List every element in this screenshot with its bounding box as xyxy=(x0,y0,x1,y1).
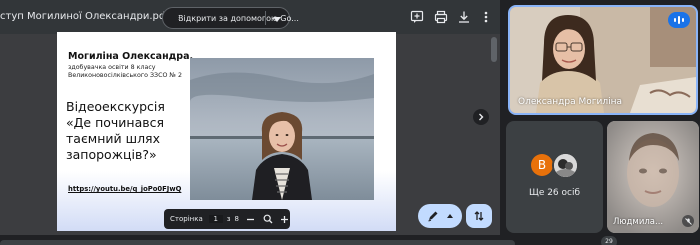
page-separator: з xyxy=(226,215,231,223)
participant-tile-others[interactable]: B Ще 26 осіб xyxy=(506,121,603,233)
swap-icon xyxy=(474,211,484,221)
speaking-indicator-icon xyxy=(668,12,690,28)
zoom-fit-icon[interactable] xyxy=(263,214,273,224)
add-comment-icon[interactable] xyxy=(409,9,425,25)
open-with-divider xyxy=(265,11,266,25)
slide-page: Могиліна Олександра, здобувачка освіти 8… xyxy=(57,32,396,231)
video-link[interactable]: https://youtu.be/q_joPo0FJwQ xyxy=(68,185,181,193)
participants-count-badge[interactable]: 29 xyxy=(601,236,617,245)
slide-photo xyxy=(190,58,374,200)
page-controls: Сторінка 1 з 8 xyxy=(164,209,290,229)
author-description: здобувачка освіти 8 класу Великоновосілк… xyxy=(68,64,182,79)
chevron-up-icon[interactable] xyxy=(447,214,453,218)
participant-tile-third[interactable]: Людмила... xyxy=(607,121,699,233)
zoom-out-icon[interactable] xyxy=(246,214,256,224)
zoom-in-icon[interactable] xyxy=(280,214,290,224)
avatar-photo xyxy=(552,152,579,179)
scrollbar-thumb[interactable] xyxy=(491,37,497,62)
meet-window: ступ Могилиної Олександри.pdf Відкрити з… xyxy=(0,0,700,245)
chevron-down-icon[interactable] xyxy=(273,17,281,22)
bottom-pill xyxy=(0,240,515,245)
open-with-button[interactable]: Відкрити за допомогою Go... xyxy=(162,7,299,29)
next-page-button[interactable] xyxy=(473,109,489,125)
document-title: ступ Могилиної Олександри.pdf xyxy=(0,11,169,22)
annotate-button[interactable] xyxy=(418,204,462,228)
participant-tile-presenter[interactable]: Олександра Могиліна xyxy=(508,5,698,115)
avatar: B xyxy=(531,154,553,176)
others-count-label: Ще 26 осіб xyxy=(528,188,581,198)
participant-name: Людмила... xyxy=(613,217,664,227)
more-vert-icon[interactable] xyxy=(478,9,494,25)
mic-off-icon xyxy=(682,215,694,227)
author-name: Могиліна Олександра, xyxy=(68,51,194,62)
download-icon[interactable] xyxy=(456,9,472,25)
presenter-name: Олександра Могиліна xyxy=(518,97,622,107)
pen-icon xyxy=(427,207,439,226)
print-icon[interactable] xyxy=(433,9,449,25)
page-total: 8 xyxy=(234,215,239,223)
pdf-toolbar: ступ Могилиної Олександри.pdf Відкрити з… xyxy=(0,0,500,34)
swap-view-button[interactable] xyxy=(466,204,492,228)
video-title: Відеоекскурсія «Де починався таємний шля… xyxy=(66,99,165,162)
page-number-input[interactable]: 1 xyxy=(208,215,223,223)
presentation-area: ступ Могилиної Олександри.pdf Відкрити з… xyxy=(0,0,500,235)
page-label: Сторінка xyxy=(170,215,203,223)
